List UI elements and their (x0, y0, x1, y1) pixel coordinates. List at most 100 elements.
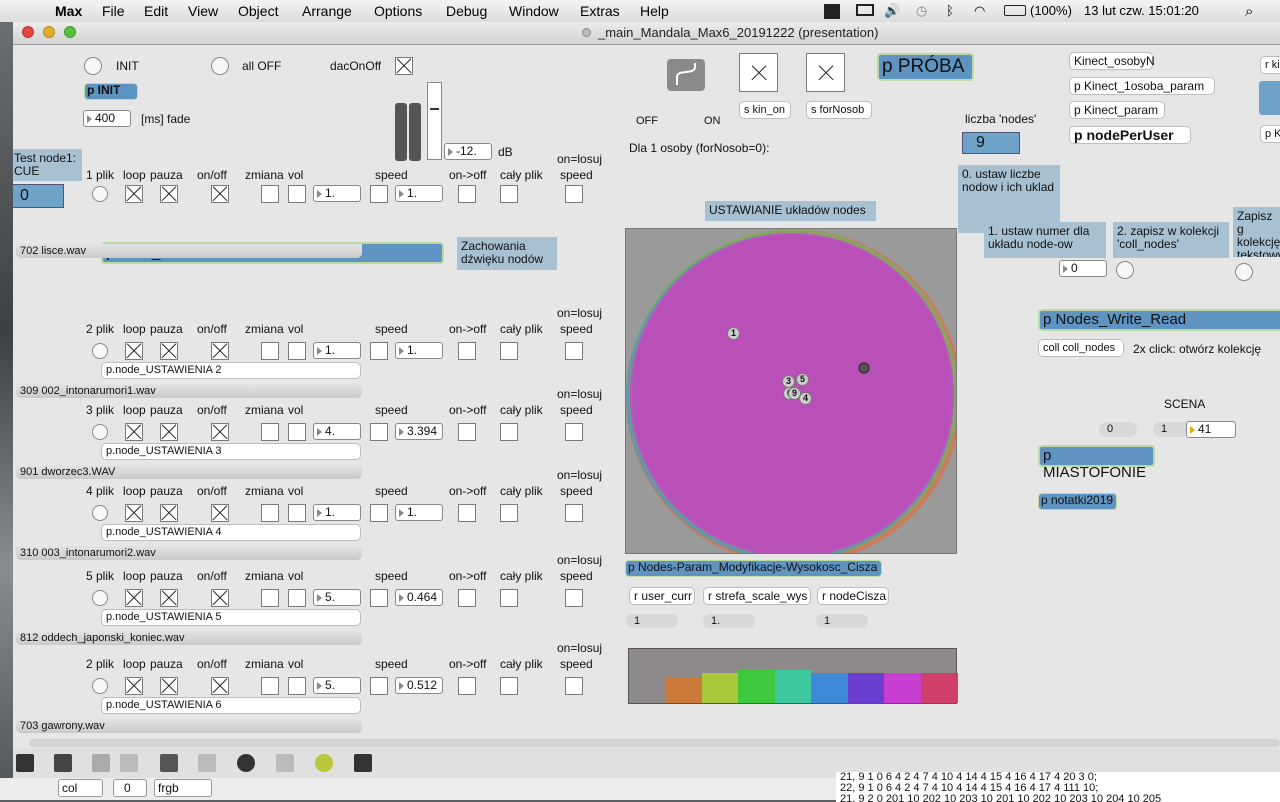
loop-toggle[interactable] (125, 185, 143, 203)
hierarchy-icon[interactable] (354, 754, 372, 772)
zoom-button[interactable] (64, 26, 76, 38)
on-off-toggle[interactable] (458, 677, 476, 695)
vol-toggle[interactable] (288, 677, 306, 695)
battery-icon[interactable] (1004, 5, 1026, 16)
scena-number[interactable]: 41 (1186, 421, 1236, 438)
zapisz-tekst-button[interactable] (1235, 263, 1253, 281)
r-user-curr-object[interactable]: r user_curr (629, 587, 695, 605)
caly-plik-toggle[interactable] (500, 342, 518, 360)
horizontal-scrollbar[interactable] (29, 739, 1280, 747)
volume-icon[interactable]: 🔊 (884, 3, 900, 19)
vol-toggle[interactable] (288, 589, 306, 607)
pauza-toggle[interactable] (160, 589, 178, 607)
info-icon[interactable] (198, 754, 216, 772)
speed-toggle[interactable] (370, 504, 388, 522)
vol-toggle[interactable] (288, 423, 306, 441)
r-strefa-object[interactable]: r strefa_scale_wys (703, 587, 811, 605)
presentation-icon[interactable] (54, 754, 72, 772)
zmiana-toggle[interactable] (261, 589, 279, 607)
gain-number[interactable]: -12. (444, 143, 492, 160)
status-app-icon[interactable] (824, 4, 840, 19)
pauza-toggle[interactable] (160, 423, 178, 441)
p-init-object[interactable]: p INIT (84, 83, 138, 100)
node-marker[interactable]: 5 (796, 373, 809, 386)
node-play-button[interactable] (92, 424, 108, 440)
frgb-select[interactable]: frgb (154, 779, 212, 797)
losuj-toggle[interactable] (565, 342, 583, 360)
grid-icon[interactable] (276, 754, 294, 772)
onoff-toggle[interactable] (211, 677, 229, 695)
zero-number[interactable]: 0 (113, 779, 147, 797)
speed-toggle[interactable] (370, 185, 388, 203)
onoff-toggle[interactable] (211, 342, 229, 360)
speed1-number[interactable]: 5. (313, 589, 361, 606)
p-nodes-param-object[interactable]: p Nodes-Param_Modyfikacje-Wysokosc_Cisza (625, 560, 882, 577)
minimize-button[interactable] (43, 26, 55, 38)
clock[interactable]: 13 lut czw. 15:01:20 (1084, 3, 1199, 18)
menu-max[interactable]: Max (55, 3, 82, 19)
losuj-toggle[interactable] (565, 185, 583, 203)
p-notatki-object[interactable]: p notatki2019 (1038, 493, 1117, 510)
delete-icon[interactable] (120, 754, 138, 772)
menu-options[interactable]: Options (374, 3, 422, 19)
caly-plik-toggle[interactable] (500, 185, 518, 203)
p-node-ustawienia-object[interactable]: p.node_USTAWIENIA 6 (101, 697, 361, 714)
vol-toggle[interactable] (288, 185, 306, 203)
speed-toggle[interactable] (370, 423, 388, 441)
menu-view[interactable]: View (188, 3, 218, 19)
menu-extras[interactable]: Extras (580, 3, 620, 19)
node-filename[interactable]: 702 lisce.wav (16, 244, 362, 258)
zapisz-kolekcji-button[interactable] (1116, 261, 1134, 279)
speed-toggle[interactable] (370, 342, 388, 360)
speed2-number[interactable]: 3.394 (395, 423, 443, 440)
strefa-value[interactable]: 1. (703, 614, 755, 628)
p-nodeperuser-object[interactable]: p nodePerUser (1069, 126, 1191, 144)
gain-slider[interactable] (427, 82, 442, 160)
vol-toggle[interactable] (288, 504, 306, 522)
col-select[interactable]: col (58, 779, 103, 797)
node-play-button[interactable] (92, 678, 108, 694)
bluetooth-icon[interactable]: ᛒ (946, 3, 954, 18)
debug-icon[interactable] (315, 754, 333, 772)
node-filename[interactable]: 703 gawrony.wav (16, 719, 362, 733)
loop-toggle[interactable] (125, 342, 143, 360)
zmiana-toggle[interactable] (261, 185, 279, 203)
onoff-toggle[interactable] (211, 185, 229, 203)
display-icon[interactable] (856, 4, 874, 16)
menu-window[interactable]: Window (509, 3, 559, 19)
p-node-ustawienia-object[interactable]: p.node_USTAWIENIA 3 (101, 443, 361, 460)
onoff-toggle[interactable] (211, 504, 229, 522)
time-machine-icon[interactable]: ◷ (916, 3, 927, 19)
node-filename[interactable]: 310 003_intonarumori2.wav (16, 546, 362, 560)
scena-0-message[interactable]: 0 (1099, 422, 1137, 437)
kinect-osobyn-object[interactable]: Kinect_osobyN (1069, 52, 1155, 70)
speed1-number[interactable]: 1. (313, 504, 361, 521)
cisza-value[interactable]: 1 (816, 614, 868, 628)
spotlight-search-icon[interactable]: ⌕ (1245, 3, 1253, 20)
p-k-object[interactable]: p K (1260, 125, 1280, 143)
vol-toggle[interactable] (288, 342, 306, 360)
cue-number[interactable]: 0 (13, 184, 64, 208)
loop-toggle[interactable] (125, 589, 143, 607)
on-off-toggle[interactable] (458, 589, 476, 607)
fornosob-toggle[interactable] (806, 53, 845, 92)
zmiana-toggle[interactable] (261, 423, 279, 441)
speed2-number[interactable]: 1. (395, 185, 443, 202)
menu-object[interactable]: Object (238, 3, 278, 19)
speed2-number[interactable]: 1. (395, 504, 443, 521)
node-marker[interactable]: 4 (799, 392, 812, 405)
p-node-ustawienia-object[interactable]: p.node_USTAWIENIA 4 (101, 524, 361, 541)
p-kinect-1osoba-object[interactable]: p Kinect_1osoba_param (1069, 77, 1215, 95)
losuj-toggle[interactable] (565, 504, 583, 522)
scena-1-message[interactable]: 1 (1153, 422, 1189, 437)
menu-file[interactable]: File (102, 3, 125, 19)
speed1-number[interactable]: 1. (313, 342, 361, 359)
node-play-button[interactable] (92, 343, 108, 359)
p-miastofonie-object[interactable]: p MIASTOFONIE (1038, 445, 1155, 481)
caly-plik-toggle[interactable] (500, 423, 518, 441)
coll-nodes-object[interactable]: coll coll_nodes (1038, 339, 1124, 357)
speed2-number[interactable]: 0.464 (395, 589, 443, 606)
node-play-button[interactable] (92, 186, 108, 202)
kin-on-toggle[interactable] (739, 53, 778, 92)
user-curr-value[interactable]: 1 (626, 614, 678, 628)
